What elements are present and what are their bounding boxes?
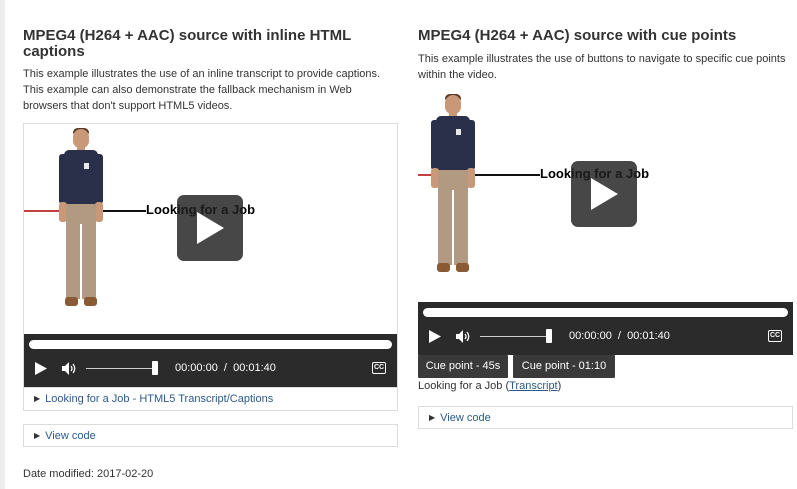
closed-captions-icon[interactable]: CC [372, 362, 386, 374]
section-description: This example illustrates the use of an i… [23, 68, 381, 112]
black-line [474, 174, 540, 176]
seek-bar[interactable] [423, 308, 788, 317]
transcript-details-toggle[interactable]: ▶ Looking for a Job - HTML5 Transcript/Ca… [24, 387, 397, 410]
video-player[interactable]: Looking for a Job 00:00:00 / 00:01:40 CC [418, 90, 793, 355]
big-play-button[interactable] [177, 195, 243, 261]
cue-point-45s-button[interactable]: Cue point - 45s [418, 355, 508, 378]
date-modified: Date modified: 2017-02-20 [23, 468, 154, 480]
cue-points-example: MPEG4 (H264 + AAC) source with cue point… [418, 28, 793, 429]
time-display: 00:00:00 / 00:01:40 [175, 362, 276, 374]
seek-bar[interactable] [29, 340, 392, 349]
section-title: MPEG4 (H264 + AAC) source with cue point… [418, 27, 737, 44]
section-description: This example illustrates the use of butt… [418, 53, 786, 81]
volume-icon[interactable] [62, 362, 78, 375]
cue-point-0110-button[interactable]: Cue point - 01:10 [513, 355, 615, 378]
black-line [102, 210, 146, 212]
volume-slider-track[interactable] [86, 368, 154, 369]
volume-slider-handle[interactable] [152, 361, 158, 375]
video-frame[interactable]: Looking for a Job [418, 90, 793, 302]
video-frame[interactable]: Looking for a Job [24, 124, 397, 334]
time-display: 00:00:00 / 00:01:40 [569, 330, 670, 342]
page-left-border [0, 0, 5, 489]
section-title: MPEG4 (H264 + AAC) source with inline HT… [23, 27, 351, 60]
inline-captions-example: MPEG4 (H264 + AAC) source with inline HT… [23, 28, 398, 447]
video-player[interactable]: Looking for a Job 00:00:00 / 00:01:40 CC [23, 123, 398, 411]
play-icon [591, 178, 618, 210]
video-caption-line: Looking for a Job (Transcript) [418, 380, 562, 392]
volume-icon[interactable] [456, 330, 472, 343]
transcript-details-label: Looking for a Job - HTML5 Transcript/Cap… [45, 393, 274, 405]
play-icon[interactable] [35, 362, 47, 375]
volume-slider-track[interactable] [480, 336, 548, 337]
disclosure-triangle-icon: ▶ [34, 394, 41, 403]
volume-slider-handle[interactable] [546, 329, 552, 343]
control-bar: 00:00:00 / 00:01:40 CC [24, 334, 397, 387]
transcript-link[interactable]: Transcript [509, 380, 558, 392]
control-bar: 00:00:00 / 00:01:40 CC [418, 302, 793, 355]
big-play-button[interactable] [571, 161, 637, 227]
closed-captions-icon[interactable]: CC [768, 330, 782, 342]
view-code-label: View code [45, 430, 96, 442]
play-icon [197, 212, 224, 244]
view-code-toggle[interactable]: ▶ View code [418, 406, 793, 429]
view-code-label: View code [440, 412, 491, 424]
disclosure-triangle-icon: ▶ [34, 431, 41, 440]
play-icon[interactable] [429, 330, 441, 343]
disclosure-triangle-icon: ▶ [429, 413, 436, 422]
view-code-toggle[interactable]: ▶ View code [23, 424, 398, 447]
